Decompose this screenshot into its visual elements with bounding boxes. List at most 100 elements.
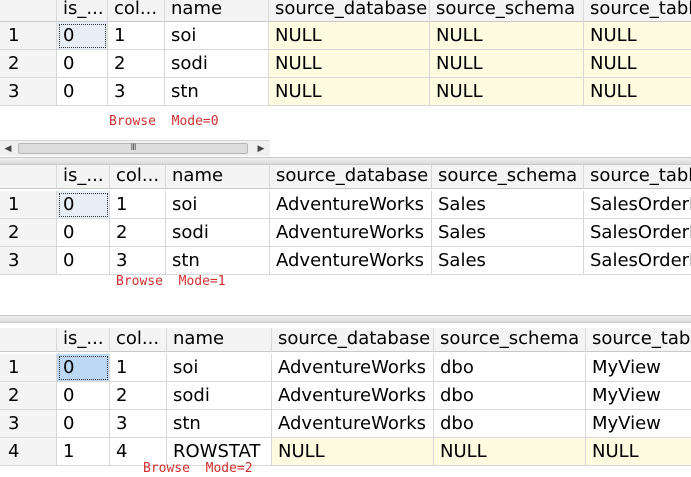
cell-source-database[interactable]: AdventureWorks — [272, 410, 434, 438]
pane-splitter[interactable] — [0, 157, 691, 165]
cell-is-hidden[interactable]: 0 — [57, 410, 110, 438]
column-header-source-table[interactable]: source_table — [586, 328, 691, 352]
cell-source-table[interactable]: MyView — [586, 354, 691, 382]
table-row[interactable]: 2 0 2 sodi AdventureWorks dbo MyView — [0, 382, 691, 410]
scroll-left-icon[interactable]: ◀ — [1, 142, 15, 156]
cell-name[interactable]: soi — [165, 22, 269, 50]
cell-is-hidden[interactable]: 0 — [57, 191, 110, 219]
results-grid-mode-0[interactable]: is_... col... name source_database sourc… — [0, 0, 691, 158]
scrollbar-thumb[interactable]: III — [18, 143, 248, 154]
row-number[interactable]: 2 — [0, 50, 57, 78]
cell-name[interactable]: stn — [165, 78, 269, 106]
cell-source-table[interactable]: MyView — [586, 410, 691, 438]
row-number[interactable]: 3 — [0, 410, 57, 438]
column-header-source-table[interactable]: source_table — [584, 0, 691, 22]
table-row[interactable]: 3 0 3 stn AdventureWorks Sales SalesOrde… — [0, 247, 691, 275]
cell-is-hidden[interactable]: 1 — [57, 438, 110, 466]
row-number[interactable]: 2 — [0, 219, 57, 247]
cell-name[interactable]: soi — [166, 191, 270, 219]
cell-name[interactable]: stn — [167, 410, 272, 438]
column-header-column-ordinal[interactable]: col... — [108, 0, 165, 22]
cell-source-table[interactable]: NULL — [584, 50, 691, 78]
column-header-column-ordinal[interactable]: col... — [110, 328, 167, 352]
column-header-source-table[interactable]: source_table — [584, 165, 691, 189]
cell-column-ordinal[interactable]: 3 — [110, 410, 167, 438]
results-grid-mode-2[interactable]: is_... col... name source_database sourc… — [0, 328, 691, 477]
cell-column-ordinal[interactable]: 3 — [108, 78, 165, 106]
cell-source-table[interactable]: NULL — [584, 78, 691, 106]
horizontal-scrollbar[interactable]: ◀ III ▶ — [0, 140, 270, 156]
cell-source-database[interactable]: AdventureWorks — [270, 247, 432, 275]
row-number[interactable]: 2 — [0, 382, 57, 410]
cell-source-schema[interactable]: Sales — [432, 191, 584, 219]
results-grid-mode-1[interactable]: is_... col... name source_database sourc… — [0, 165, 691, 321]
cell-column-ordinal[interactable]: 1 — [110, 354, 167, 382]
row-number[interactable]: 1 — [0, 22, 57, 50]
cell-column-ordinal[interactable]: 1 — [108, 22, 165, 50]
cell-source-database[interactable]: NULL — [272, 438, 434, 466]
column-header-source-schema[interactable]: source_schema — [430, 0, 584, 22]
cell-source-table[interactable]: SalesOrderD — [584, 191, 691, 219]
cell-source-schema[interactable]: NULL — [430, 78, 584, 106]
cell-name[interactable]: soi — [167, 354, 272, 382]
column-header-source-database[interactable]: source_database — [270, 165, 432, 189]
column-header-source-schema[interactable]: source_schema — [432, 165, 584, 189]
cell-is-hidden[interactable]: 0 — [57, 50, 108, 78]
table-row[interactable]: 3 0 3 stn NULL NULL NULL — [0, 78, 691, 106]
cell-name[interactable]: sodi — [167, 382, 272, 410]
column-header-source-database[interactable]: source_database — [269, 0, 430, 22]
cell-source-schema[interactable]: Sales — [432, 219, 584, 247]
column-header-column-ordinal[interactable]: col... — [110, 165, 166, 189]
cell-is-hidden[interactable]: 0 — [57, 382, 110, 410]
table-row[interactable]: 3 0 3 stn AdventureWorks dbo MyView — [0, 410, 691, 438]
column-header-source-schema[interactable]: source_schema — [434, 328, 586, 352]
table-row[interactable]: 2 0 2 sodi NULL NULL NULL — [0, 50, 691, 78]
column-header-source-database[interactable]: source_database — [272, 328, 434, 352]
scroll-right-icon[interactable]: ▶ — [254, 142, 268, 156]
cell-column-ordinal[interactable]: 2 — [110, 382, 167, 410]
cell-source-schema[interactable]: NULL — [430, 50, 584, 78]
cell-is-hidden[interactable]: 0 — [57, 22, 108, 50]
table-row[interactable]: 1 0 1 soi AdventureWorks Sales SalesOrde… — [0, 191, 691, 219]
column-header-is-hidden[interactable]: is_... — [57, 165, 110, 189]
cell-source-database[interactable]: NULL — [269, 78, 430, 106]
cell-source-schema[interactable]: NULL — [434, 438, 586, 466]
column-header-is-hidden[interactable]: is_... — [57, 328, 110, 352]
row-number[interactable]: 1 — [0, 191, 57, 219]
column-header-name[interactable]: name — [165, 0, 269, 22]
table-row[interactable]: 4 1 4 ROWSTAT NULL NULL NULL — [0, 438, 691, 466]
row-number[interactable]: 3 — [0, 247, 57, 275]
cell-source-schema[interactable]: dbo — [434, 382, 586, 410]
cell-source-table[interactable]: SalesOrderD — [584, 247, 691, 275]
row-number[interactable]: 3 — [0, 78, 57, 106]
cell-source-schema[interactable]: Sales — [432, 247, 584, 275]
cell-column-ordinal[interactable]: 1 — [110, 191, 166, 219]
column-header-is-hidden[interactable]: is_... — [57, 0, 108, 22]
cell-source-database[interactable]: AdventureWorks — [270, 191, 432, 219]
cell-source-schema[interactable]: dbo — [434, 354, 586, 382]
cell-source-database[interactable]: NULL — [269, 50, 430, 78]
column-header-name[interactable]: name — [167, 328, 272, 352]
cell-name[interactable]: stn — [166, 247, 270, 275]
cell-name[interactable]: sodi — [166, 219, 270, 247]
cell-column-ordinal[interactable]: 2 — [110, 219, 166, 247]
table-row[interactable]: 1 0 1 soi AdventureWorks dbo MyView — [0, 354, 691, 382]
row-number[interactable]: 1 — [0, 354, 57, 382]
row-number[interactable]: 4 — [0, 438, 57, 466]
cell-source-schema[interactable]: NULL — [430, 22, 584, 50]
cell-name[interactable]: sodi — [165, 50, 269, 78]
cell-source-table[interactable]: NULL — [584, 22, 691, 50]
cell-source-database[interactable]: AdventureWorks — [270, 219, 432, 247]
cell-source-table[interactable]: SalesOrderD — [584, 219, 691, 247]
cell-is-hidden[interactable]: 0 — [57, 219, 110, 247]
pane-splitter[interactable] — [0, 315, 691, 323]
cell-source-table[interactable]: NULL — [586, 438, 691, 466]
cell-source-database[interactable]: AdventureWorks — [272, 354, 434, 382]
table-row[interactable]: 2 0 2 sodi AdventureWorks Sales SalesOrd… — [0, 219, 691, 247]
cell-is-hidden[interactable]: 0 — [57, 78, 108, 106]
table-row[interactable]: 1 0 1 soi NULL NULL NULL — [0, 22, 691, 50]
cell-source-database[interactable]: AdventureWorks — [272, 382, 434, 410]
cell-column-ordinal[interactable]: 2 — [108, 50, 165, 78]
cell-source-schema[interactable]: dbo — [434, 410, 586, 438]
column-header-name[interactable]: name — [166, 165, 270, 189]
